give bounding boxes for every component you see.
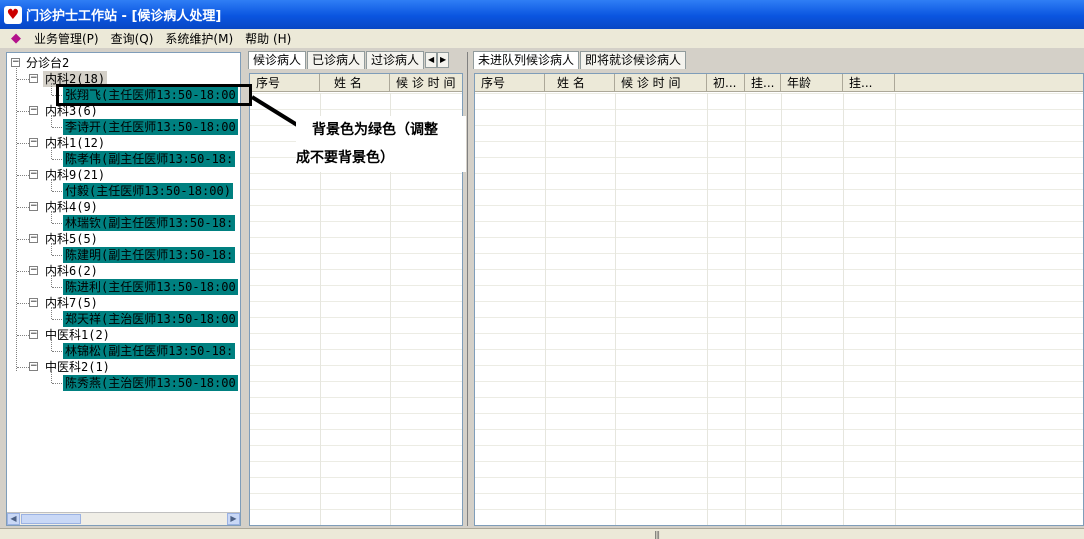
collapse-icon[interactable]: −	[29, 298, 38, 307]
tree-group-label[interactable]: 内科1(12)	[43, 135, 107, 151]
collapse-icon[interactable]: −	[29, 106, 38, 115]
tree-doctor-label[interactable]: 林锦松(副主任医师13:50-18:	[63, 343, 236, 359]
collapse-icon[interactable]: −	[29, 170, 38, 179]
tree-doctor-label[interactable]: 陈秀燕(主治医师13:50-18:00	[63, 375, 238, 391]
annotation-highlight-box	[56, 84, 252, 106]
scroll-thumb[interactable]	[21, 514, 81, 524]
menu-system[interactable]: 系统维护(M)	[159, 30, 239, 47]
department-tree[interactable]: − 分诊台2 − 内科2(18) 张翔飞(主任医师13:50-18:00− 内科3(6…	[6, 52, 241, 526]
queue-grid[interactable]: 序号 姓 名 候 诊 时 间 初... 挂... 年龄 挂...	[474, 73, 1084, 526]
window-title: 门诊护士工作站 - [候诊病人处理]	[26, 9, 222, 24]
waiting-grid-header: 序号 姓 名 候 诊 时 间	[250, 74, 462, 92]
col-register-a[interactable]: 挂...	[745, 74, 781, 92]
col-seq-right[interactable]: 序号	[475, 74, 545, 92]
tab-upcoming[interactable]: 即将就诊候诊病人	[580, 51, 687, 69]
col-register-b[interactable]: 挂...	[843, 74, 895, 92]
collapse-icon[interactable]: −	[29, 362, 38, 371]
collapse-icon[interactable]: −	[29, 266, 38, 275]
status-bar: |||	[0, 528, 1084, 539]
tree-doctor-label[interactable]: 陈建明(副主任医师13:50-18:	[63, 247, 236, 263]
tab-scroll-right-icon[interactable]: ▶	[437, 52, 450, 68]
collapse-icon[interactable]: −	[29, 330, 38, 339]
tree-root-label[interactable]: 分诊台2	[24, 55, 71, 71]
tab-missed-patients[interactable]: 过诊病人	[366, 51, 425, 69]
tree-doctor-label[interactable]: 李诗开(主任医师13:50-18:00	[63, 119, 238, 135]
col-first-visit[interactable]: 初...	[707, 74, 745, 92]
collapse-icon[interactable]: −	[11, 58, 20, 67]
tree-doctor-label[interactable]: 陈进利(主任医师13:50-18:00	[63, 279, 238, 295]
queue-grid-body	[475, 93, 1083, 525]
menu-business[interactable]: 业务管理(P)	[28, 30, 105, 47]
tab-seen-patients[interactable]: 已诊病人	[307, 51, 366, 69]
tree-group-label[interactable]: 中医科2(1)	[43, 359, 112, 375]
tree-group-label[interactable]: 中医科1(2)	[43, 327, 112, 343]
menu-bar: ◆ 业务管理(P) 查询(Q) 系统维护(M) 帮助 (H)	[0, 29, 1084, 48]
scroll-right-icon[interactable]: ▶	[227, 513, 240, 525]
scroll-left-icon[interactable]: ◀	[7, 513, 20, 525]
collapse-icon[interactable]: −	[29, 202, 38, 211]
tree-group-label[interactable]: 内科9(21)	[43, 167, 107, 183]
annotation-note: 背景色为绿色（调整 成不要背景色）	[296, 116, 466, 172]
right-tabstrip: 未进队列候诊病人 即将就诊候诊病人	[473, 51, 687, 69]
col-name-right[interactable]: 姓 名	[545, 74, 615, 92]
tab-not-queued[interactable]: 未进队列候诊病人	[473, 51, 580, 69]
splitter-grip-icon: |||	[654, 530, 660, 539]
title-bar: ♥ 门诊护士工作站 - [候诊病人处理]	[0, 0, 1084, 29]
tree-doctor-label[interactable]: 付毅(主任医师13:50-18:00)	[63, 183, 233, 199]
menu-query[interactable]: 查询(Q)	[105, 30, 160, 47]
menu-diamond-icon: ◆	[11, 31, 21, 46]
col-age[interactable]: 年龄	[781, 74, 843, 92]
col-wait-time-right[interactable]: 候 诊 时 间	[615, 74, 707, 92]
tree-doctor-label[interactable]: 陈孝伟(副主任医师13:50-18:	[63, 151, 236, 167]
tree-horizontal-scrollbar[interactable]: ◀ ▶	[7, 512, 240, 525]
annotation-line-2: 成不要背景色）	[296, 150, 394, 166]
tab-waiting-patients[interactable]: 候诊病人	[248, 51, 307, 69]
collapse-icon[interactable]: −	[29, 234, 38, 243]
annotation-line-1: 背景色为绿色（调整	[312, 122, 438, 138]
app-logo-icon: ♥	[4, 5, 22, 24]
col-name[interactable]: 姓 名	[320, 74, 390, 92]
tree-doctor-label[interactable]: 郑天祥(主治医师13:50-18:00	[63, 311, 238, 327]
col-seq[interactable]: 序号	[250, 74, 320, 92]
col-wait-time[interactable]: 候 诊 时 间	[390, 74, 462, 92]
collapse-icon[interactable]: −	[29, 74, 38, 83]
queue-grid-header: 序号 姓 名 候 诊 时 间 初... 挂... 年龄 挂...	[475, 74, 1083, 92]
collapse-icon[interactable]: −	[29, 138, 38, 147]
tree-doctor-label[interactable]: 林瑞钦(副主任医师13:50-18:	[63, 215, 236, 231]
tab-scroll-left-icon[interactable]: ◀	[425, 52, 438, 68]
splitter-left[interactable]	[241, 50, 247, 528]
left-tabstrip: 候诊病人 已诊病人 过诊病人 ◀ ▶	[248, 51, 450, 69]
menu-help[interactable]: 帮助 (H)	[239, 30, 297, 47]
